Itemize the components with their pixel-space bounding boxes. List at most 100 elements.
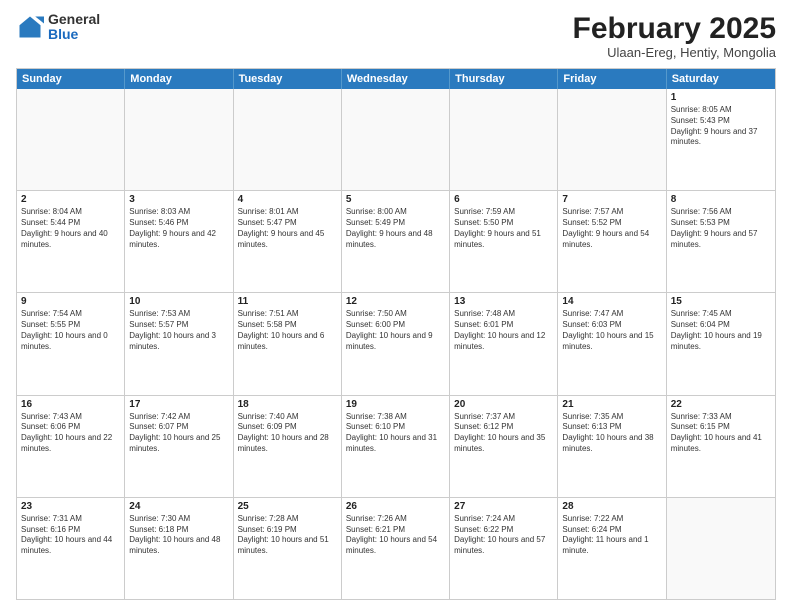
calendar-cell: 19 Sunrise: 7:38 AM Sunset: 6:10 PM Dayli… <box>342 396 450 497</box>
calendar-cell: 13 Sunrise: 7:48 AM Sunset: 6:01 PM Dayli… <box>450 293 558 394</box>
calendar-cell <box>450 89 558 190</box>
day-number: 15 <box>671 296 771 307</box>
calendar-row: 1Sunrise: 8:05 AM Sunset: 5:43 PM Daylig… <box>17 89 775 190</box>
day-info: Sunrise: 7:42 AM Sunset: 6:07 PM Dayligh… <box>129 412 228 455</box>
weekday-header: Sunday <box>17 69 125 89</box>
day-number: 2 <box>21 194 120 205</box>
weekday-header: Wednesday <box>342 69 450 89</box>
calendar-cell: 23Sunrise: 7:31 AM Sunset: 6:16 PM Dayli… <box>17 498 125 599</box>
day-info: Sunrise: 7:53 AM Sunset: 5:57 PM Dayligh… <box>129 309 228 352</box>
calendar-cell <box>558 89 666 190</box>
day-info: Sunrise: 8:04 AM Sunset: 5:44 PM Dayligh… <box>21 207 120 250</box>
day-number: 20 <box>454 399 553 410</box>
weekday-header: Friday <box>558 69 666 89</box>
day-info: Sunrise: 7:51 AM Sunset: 5:58 PM Dayligh… <box>238 309 337 352</box>
calendar-cell: 22 Sunrise: 7:33 AM Sunset: 6:15 PM Dayli… <box>667 396 775 497</box>
day-info: Sunrise: 7:43 AM Sunset: 6:06 PM Dayligh… <box>21 412 120 455</box>
calendar-row: 9Sunrise: 7:54 AM Sunset: 5:55 PM Daylig… <box>17 292 775 394</box>
day-number: 22 <box>671 399 771 410</box>
calendar-cell: 21Sunrise: 7:35 AM Sunset: 6:13 PM Dayli… <box>558 396 666 497</box>
day-number: 9 <box>21 296 120 307</box>
month-title: February 2025 <box>573 12 776 45</box>
weekday-header: Tuesday <box>234 69 342 89</box>
calendar-cell: 7 Sunrise: 7:57 AM Sunset: 5:52 PM Daylig… <box>558 191 666 292</box>
calendar-cell: 12 Sunrise: 7:50 AM Sunset: 6:00 PM Dayli… <box>342 293 450 394</box>
calendar-cell: 6 Sunrise: 7:59 AM Sunset: 5:50 PM Daylig… <box>450 191 558 292</box>
day-info: Sunrise: 7:26 AM Sunset: 6:21 PM Dayligh… <box>346 514 445 557</box>
day-number: 12 <box>346 296 445 307</box>
day-info: Sunrise: 7:59 AM Sunset: 5:50 PM Dayligh… <box>454 207 553 250</box>
title-area: February 2025 Ulaan-Ereg, Hentiy, Mongol… <box>573 12 776 60</box>
day-info: Sunrise: 7:38 AM Sunset: 6:10 PM Dayligh… <box>346 412 445 455</box>
calendar-cell: 28 Sunrise: 7:22 AM Sunset: 6:24 PM Dayli… <box>558 498 666 599</box>
calendar-cell: 5 Sunrise: 8:00 AM Sunset: 5:49 PM Daylig… <box>342 191 450 292</box>
calendar-cell: 8 Sunrise: 7:56 AM Sunset: 5:53 PM Daylig… <box>667 191 775 292</box>
calendar-cell: 18 Sunrise: 7:40 AM Sunset: 6:09 PM Dayli… <box>234 396 342 497</box>
calendar-cell: 10Sunrise: 7:53 AM Sunset: 5:57 PM Dayli… <box>125 293 233 394</box>
calendar-cell: 26 Sunrise: 7:26 AM Sunset: 6:21 PM Dayli… <box>342 498 450 599</box>
day-info: Sunrise: 7:48 AM Sunset: 6:01 PM Dayligh… <box>454 309 553 352</box>
day-info: Sunrise: 7:31 AM Sunset: 6:16 PM Dayligh… <box>21 514 120 557</box>
day-info: Sunrise: 7:35 AM Sunset: 6:13 PM Dayligh… <box>562 412 661 455</box>
day-number: 14 <box>562 296 661 307</box>
weekday-header: Thursday <box>450 69 558 89</box>
day-number: 5 <box>346 194 445 205</box>
calendar-body: 1Sunrise: 8:05 AM Sunset: 5:43 PM Daylig… <box>17 89 775 599</box>
day-info: Sunrise: 7:56 AM Sunset: 5:53 PM Dayligh… <box>671 207 771 250</box>
day-number: 3 <box>129 194 228 205</box>
page: General Blue February 2025 Ulaan-Ereg, H… <box>0 0 792 612</box>
day-number: 26 <box>346 501 445 512</box>
calendar-cell <box>17 89 125 190</box>
day-number: 28 <box>562 501 661 512</box>
location-subtitle: Ulaan-Ereg, Hentiy, Mongolia <box>573 45 776 60</box>
calendar-cell: 20 Sunrise: 7:37 AM Sunset: 6:12 PM Dayli… <box>450 396 558 497</box>
calendar-cell <box>342 89 450 190</box>
day-number: 16 <box>21 399 120 410</box>
day-info: Sunrise: 7:37 AM Sunset: 6:12 PM Dayligh… <box>454 412 553 455</box>
calendar-cell: 11 Sunrise: 7:51 AM Sunset: 5:58 PM Dayli… <box>234 293 342 394</box>
day-info: Sunrise: 7:28 AM Sunset: 6:19 PM Dayligh… <box>238 514 337 557</box>
day-number: 27 <box>454 501 553 512</box>
day-number: 7 <box>562 194 661 205</box>
day-number: 13 <box>454 296 553 307</box>
calendar-cell: 17 Sunrise: 7:42 AM Sunset: 6:07 PM Dayli… <box>125 396 233 497</box>
calendar-header: SundayMondayTuesdayWednesdayThursdayFrid… <box>17 69 775 89</box>
day-info: Sunrise: 8:03 AM Sunset: 5:46 PM Dayligh… <box>129 207 228 250</box>
logo-text: General Blue <box>48 12 100 43</box>
day-info: Sunrise: 7:50 AM Sunset: 6:00 PM Dayligh… <box>346 309 445 352</box>
day-number: 19 <box>346 399 445 410</box>
day-info: Sunrise: 7:33 AM Sunset: 6:15 PM Dayligh… <box>671 412 771 455</box>
day-info: Sunrise: 7:40 AM Sunset: 6:09 PM Dayligh… <box>238 412 337 455</box>
calendar-cell: 27Sunrise: 7:24 AM Sunset: 6:22 PM Dayli… <box>450 498 558 599</box>
day-number: 17 <box>129 399 228 410</box>
day-info: Sunrise: 8:01 AM Sunset: 5:47 PM Dayligh… <box>238 207 337 250</box>
day-number: 25 <box>238 501 337 512</box>
calendar-cell: 25 Sunrise: 7:28 AM Sunset: 6:19 PM Dayli… <box>234 498 342 599</box>
day-number: 11 <box>238 296 337 307</box>
day-info: Sunrise: 8:00 AM Sunset: 5:49 PM Dayligh… <box>346 207 445 250</box>
header: General Blue February 2025 Ulaan-Ereg, H… <box>16 12 776 60</box>
calendar-cell: 16 Sunrise: 7:43 AM Sunset: 6:06 PM Dayli… <box>17 396 125 497</box>
calendar-cell: 14Sunrise: 7:47 AM Sunset: 6:03 PM Dayli… <box>558 293 666 394</box>
calendar-cell: 15 Sunrise: 7:45 AM Sunset: 6:04 PM Dayli… <box>667 293 775 394</box>
logo: General Blue <box>16 12 100 43</box>
calendar-row: 23Sunrise: 7:31 AM Sunset: 6:16 PM Dayli… <box>17 497 775 599</box>
day-info: Sunrise: 7:57 AM Sunset: 5:52 PM Dayligh… <box>562 207 661 250</box>
day-info: Sunrise: 8:05 AM Sunset: 5:43 PM Dayligh… <box>671 105 771 148</box>
weekday-header: Monday <box>125 69 233 89</box>
logo-blue-text: Blue <box>48 27 100 42</box>
calendar-cell <box>234 89 342 190</box>
day-number: 6 <box>454 194 553 205</box>
calendar-cell: 24 Sunrise: 7:30 AM Sunset: 6:18 PM Dayli… <box>125 498 233 599</box>
day-info: Sunrise: 7:22 AM Sunset: 6:24 PM Dayligh… <box>562 514 661 557</box>
day-info: Sunrise: 7:45 AM Sunset: 6:04 PM Dayligh… <box>671 309 771 352</box>
day-number: 24 <box>129 501 228 512</box>
calendar-cell <box>125 89 233 190</box>
day-number: 8 <box>671 194 771 205</box>
weekday-header: Saturday <box>667 69 775 89</box>
calendar: SundayMondayTuesdayWednesdayThursdayFrid… <box>16 68 776 600</box>
calendar-cell: 9Sunrise: 7:54 AM Sunset: 5:55 PM Daylig… <box>17 293 125 394</box>
day-number: 18 <box>238 399 337 410</box>
day-info: Sunrise: 7:30 AM Sunset: 6:18 PM Dayligh… <box>129 514 228 557</box>
logo-icon <box>16 13 44 41</box>
